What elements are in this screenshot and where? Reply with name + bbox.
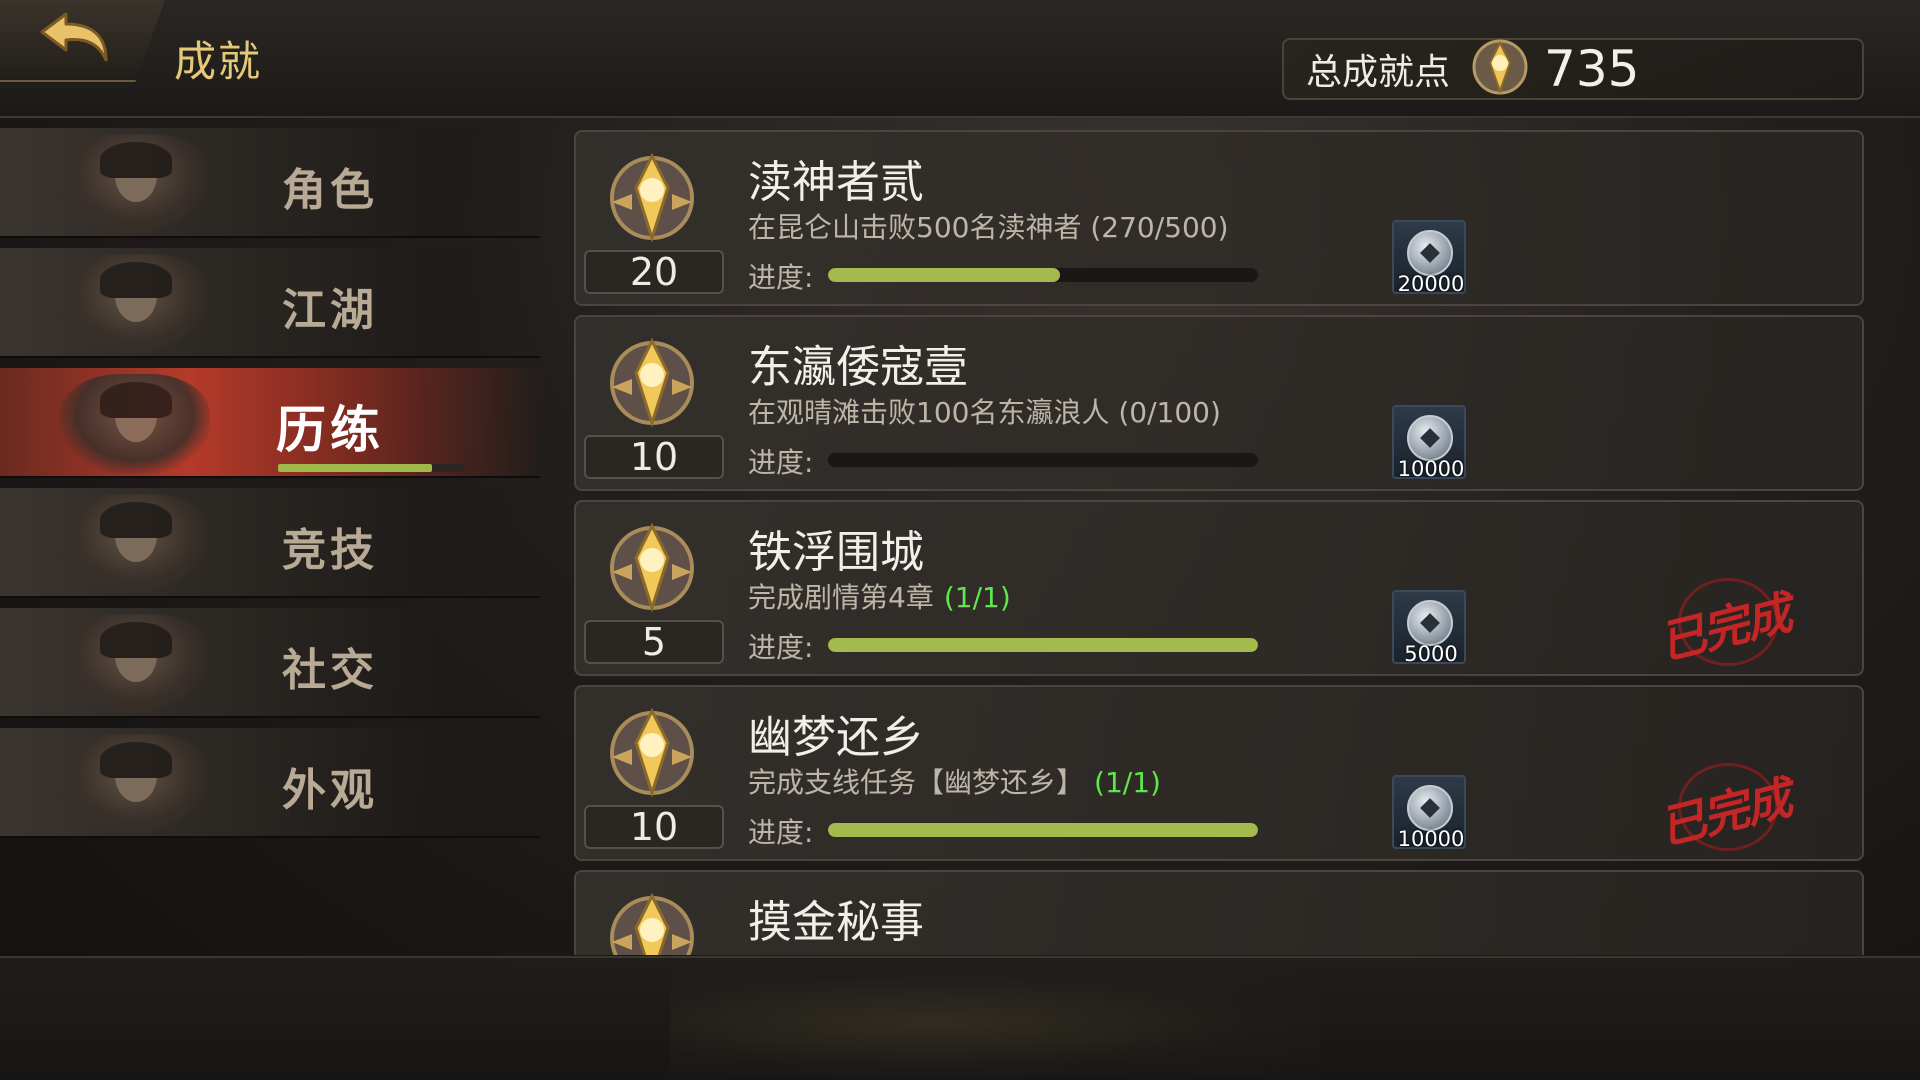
progress-fill bbox=[828, 823, 1258, 837]
completed-stamp-text: 已完成 bbox=[1654, 585, 1796, 671]
category-progress-bar bbox=[278, 464, 464, 472]
achievement-description: 完成剧情第4章 (1/1) bbox=[748, 576, 1011, 616]
reward-slot[interactable]: 5000 bbox=[1392, 590, 1466, 666]
achievement-status-count: (1/1) bbox=[943, 581, 1011, 614]
progress-label: 进度: bbox=[748, 816, 814, 849]
silver-coin-icon bbox=[1407, 785, 1453, 831]
total-points-value: 735 bbox=[1544, 40, 1640, 98]
reward-slot[interactable]: 10000 bbox=[1392, 775, 1466, 851]
total-points-panel: 总成就点 735 bbox=[1282, 38, 1864, 100]
category-tab-role[interactable]: 角色 bbox=[0, 128, 540, 238]
reward-amount: 5000 bbox=[1404, 642, 1458, 666]
achievement-description: 完成支线任务【幽梦还乡】 (1/1) bbox=[748, 761, 1161, 801]
category-label: 竞技 bbox=[282, 525, 378, 576]
achievement-card[interactable]: 5 铁浮围城 完成剧情第4章 (1/1) 进度: 5000 已完成 bbox=[574, 500, 1864, 676]
category-label: 角色 bbox=[282, 165, 378, 216]
reward-amount: 10000 bbox=[1397, 457, 1465, 481]
completed-stamp-text: 已完成 bbox=[1654, 770, 1796, 856]
completed-stamp: 已完成 bbox=[1654, 572, 1796, 672]
category-portrait bbox=[60, 734, 210, 834]
silver-coin-icon bbox=[1407, 415, 1453, 461]
silver-coin-icon bbox=[1407, 230, 1453, 276]
reward-slot[interactable]: 10000 bbox=[1392, 405, 1466, 481]
category-progress-fill bbox=[278, 464, 433, 472]
achievement-desc-text: 完成支线任务【幽梦还乡】 bbox=[748, 766, 1085, 799]
dock-hud-blur bbox=[670, 968, 1320, 1078]
category-tab-appearance[interactable]: 外观 bbox=[0, 728, 540, 838]
completed-stamp: 已完成 bbox=[1654, 757, 1796, 857]
reward-amount: 10000 bbox=[1397, 827, 1465, 851]
achievement-progress-bar bbox=[828, 268, 1258, 282]
achievement-desc-text: 在昆仑山击败500名渎神者 (270/500) bbox=[748, 211, 1229, 244]
achievement-title: 摸金秘事 bbox=[748, 897, 924, 948]
achievement-desc-text: 完成剧情第4章 bbox=[748, 581, 934, 614]
achievement-title: 铁浮围城 bbox=[748, 527, 924, 578]
achievement-badge-icon bbox=[610, 337, 694, 428]
category-label: 江湖 bbox=[282, 285, 378, 336]
category-label: 外观 bbox=[282, 765, 378, 816]
achievement-badge-icon bbox=[610, 892, 694, 955]
progress-label: 进度: bbox=[748, 261, 814, 294]
achievement-status-count: (1/1) bbox=[1094, 766, 1161, 799]
category-tab-jianghu[interactable]: 江湖 bbox=[0, 248, 540, 358]
category-label: 历练 bbox=[276, 400, 384, 459]
achievement-description: 在昆仑山击败500名渎神者 (270/500) bbox=[748, 206, 1229, 246]
silver-coin-icon bbox=[1407, 600, 1453, 646]
header-bar: 成就 总成就点 735 bbox=[0, 0, 1920, 118]
achievement-points: 10 bbox=[584, 435, 724, 479]
category-sidebar: 角色 江湖 历练 竞技 社交 外观 bbox=[0, 118, 540, 958]
category-portrait bbox=[60, 134, 210, 234]
achievement-card[interactable]: 20 渎神者贰 在昆仑山击败500名渎神者 (270/500) 进度: 2000… bbox=[574, 130, 1864, 306]
achievement-card[interactable]: 摸金秘事 bbox=[574, 870, 1864, 955]
category-tab-arena[interactable]: 竞技 bbox=[0, 488, 540, 598]
bottom-dock bbox=[0, 956, 1920, 1080]
category-label: 社交 bbox=[282, 645, 378, 696]
achievement-card[interactable]: 10 东瀛倭寇壹 在观晴滩击败100名东瀛浪人 (0/100) 进度: 1000… bbox=[574, 315, 1864, 491]
progress-fill bbox=[828, 638, 1258, 652]
back-button[interactable] bbox=[0, 0, 165, 82]
achievement-medal-icon bbox=[1450, 33, 1544, 105]
reward-slot[interactable]: 20000 bbox=[1392, 220, 1466, 296]
page-title: 成就 bbox=[174, 37, 263, 86]
achievement-points: 20 bbox=[584, 250, 724, 294]
achievement-progress-bar bbox=[828, 638, 1258, 652]
achievement-points: 10 bbox=[584, 805, 724, 849]
achievement-progress-bar bbox=[828, 453, 1258, 467]
category-tab-social[interactable]: 社交 bbox=[0, 608, 540, 718]
reward-amount: 20000 bbox=[1397, 272, 1465, 296]
category-portrait bbox=[60, 254, 210, 354]
achievement-desc-text: 在观晴滩击败100名东瀛浪人 (0/100) bbox=[748, 396, 1221, 429]
category-portrait bbox=[60, 494, 210, 594]
achievement-progress-bar bbox=[828, 823, 1258, 837]
back-arrow-icon bbox=[36, 8, 116, 72]
achievement-points: 5 bbox=[584, 620, 724, 664]
achievement-description: 在观晴滩击败100名东瀛浪人 (0/100) bbox=[748, 391, 1221, 431]
category-portrait bbox=[60, 374, 210, 474]
total-points-label: 总成就点 bbox=[1306, 52, 1451, 93]
achievement-title: 幽梦还乡 bbox=[748, 712, 924, 763]
achievement-badge-icon bbox=[610, 522, 694, 613]
progress-label: 进度: bbox=[748, 446, 814, 479]
achievement-title: 渎神者贰 bbox=[748, 157, 924, 208]
category-portrait bbox=[60, 614, 210, 714]
progress-fill bbox=[828, 268, 1061, 282]
achievement-title: 东瀛倭寇壹 bbox=[748, 342, 968, 393]
achievement-list[interactable]: 20 渎神者贰 在昆仑山击败500名渎神者 (270/500) 进度: 2000… bbox=[574, 130, 1864, 955]
progress-label: 进度: bbox=[748, 631, 814, 664]
achievement-badge-icon bbox=[610, 152, 694, 243]
achievement-badge-icon bbox=[610, 707, 694, 798]
achievement-card[interactable]: 10 幽梦还乡 完成支线任务【幽梦还乡】 (1/1) 进度: 10000 已完成 bbox=[574, 685, 1864, 861]
category-tab-lilian[interactable]: 历练 bbox=[0, 368, 540, 478]
